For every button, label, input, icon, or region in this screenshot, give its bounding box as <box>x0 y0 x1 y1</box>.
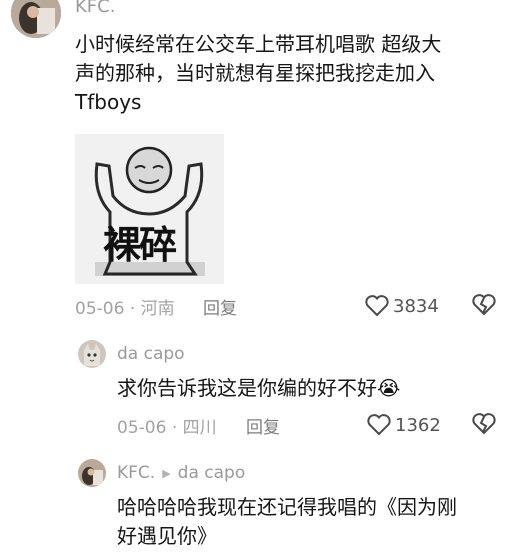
dislike-button[interactable] <box>471 411 497 441</box>
comment-text-line: Tfboys <box>75 90 142 114</box>
reply-author[interactable]: KFC. <box>117 463 155 483</box>
reply-text-line: 好遇见你》 <box>117 524 217 548</box>
avatar-image <box>11 0 61 38</box>
like-button[interactable]: 1362 <box>366 411 441 439</box>
comment-location: 河南 <box>140 299 175 319</box>
comment-author[interactable]: KFC. <box>75 0 115 17</box>
heart-icon <box>365 295 389 317</box>
broken-heart-icon <box>472 413 496 435</box>
reply-text: 求你告诉我这是你编的好不好😭 <box>117 376 401 400</box>
reply-header: KFC. ▶ da capo <box>117 463 245 483</box>
reply-meta: 05-06 · 四川 <box>117 413 217 438</box>
broken-heart-icon <box>472 294 496 316</box>
comment-text-line: 声的那种，当时就想有星探把我挖走加入 <box>75 61 435 85</box>
like-button[interactable]: 3834 <box>364 292 439 320</box>
reply-to-user[interactable]: da capo <box>178 463 246 483</box>
avatar[interactable] <box>11 0 61 38</box>
dislike-button[interactable] <box>471 292 497 322</box>
sticker-caption: 裸碎 <box>103 222 177 267</box>
cat-avatar-image <box>78 340 106 368</box>
reply-button[interactable]: 回复 <box>203 294 237 319</box>
reply-text: 哈哈哈哈我现在还记得我唱的《因为刚 好遇见你》 <box>117 493 517 551</box>
reply-avatar[interactable] <box>78 340 106 368</box>
reply-text-line: 哈哈哈哈我现在还记得我唱的《因为刚 <box>117 495 457 519</box>
meta-separator: · <box>171 418 183 438</box>
avatar-image <box>78 459 106 487</box>
like-count: 1362 <box>395 414 441 436</box>
reply-author[interactable]: da capo <box>117 344 185 364</box>
comment-date: 05-06 <box>75 299 125 319</box>
comment-text-line: 小时候经常在公交车上带耳机唱歌 超级大 <box>75 32 442 56</box>
like-count: 3834 <box>393 295 439 317</box>
reply-avatar[interactable] <box>78 459 106 487</box>
sticker-image[interactable]: 裸碎 <box>75 134 224 284</box>
comment-meta: 05-06 · 河南 <box>75 294 175 319</box>
reply-date: 05-06 <box>117 418 167 438</box>
comment-text: 小时候经常在公交车上带耳机唱歌 超级大 声的那种，当时就想有星探把我挖走加入 T… <box>75 30 515 117</box>
reply-location: 四川 <box>182 418 217 438</box>
reply-button[interactable]: 回复 <box>246 413 280 438</box>
reply-arrow-icon: ▶ <box>162 466 171 480</box>
heart-icon <box>367 414 391 436</box>
meta-separator: · <box>129 299 141 319</box>
